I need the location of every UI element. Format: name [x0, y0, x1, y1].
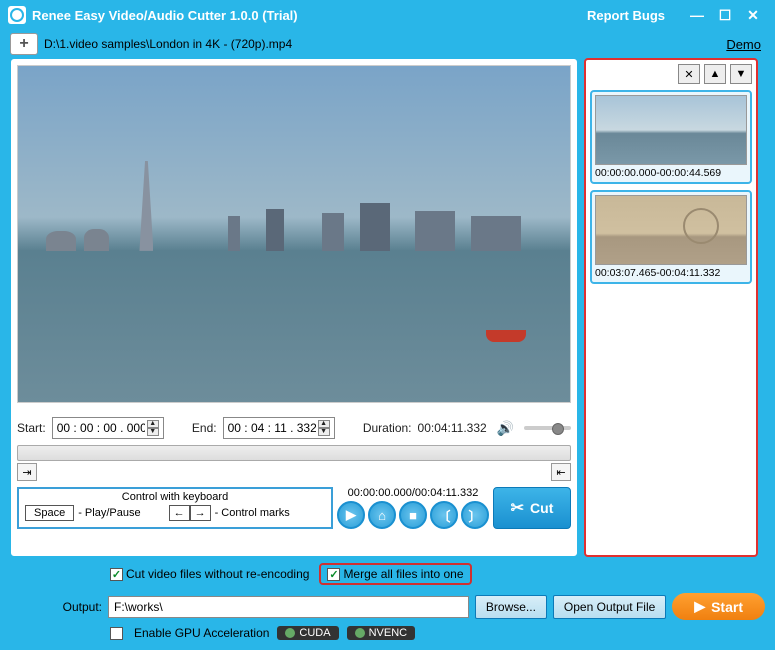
scissors-icon: ✂ [511, 498, 524, 518]
end-up[interactable]: ▲ [318, 420, 330, 428]
timeline-track[interactable] [17, 445, 571, 461]
report-bugs-link[interactable]: Report Bugs [587, 8, 665, 23]
clip-thumbnail [595, 195, 747, 265]
add-file-button[interactable]: + [10, 33, 38, 55]
duration-value: 00:04:11.332 [418, 421, 487, 435]
browse-button[interactable]: Browse... [475, 595, 547, 619]
app-icon [8, 6, 26, 24]
play-button[interactable]: ▶ [337, 501, 365, 529]
output-path-input[interactable] [108, 596, 469, 618]
clip-timerange: 00:03:07.465-00:04:11.332 [595, 267, 747, 279]
move-up-button[interactable]: ▲ [704, 64, 726, 84]
merge-checkbox[interactable] [327, 568, 340, 581]
gpu-checkbox[interactable] [110, 627, 123, 640]
open-output-button[interactable]: Open Output File [553, 595, 666, 619]
keyboard-help: Control with keyboard Space - Play/Pause… [17, 487, 333, 529]
move-down-button[interactable]: ▼ [730, 64, 752, 84]
start-marker[interactable]: ⇥ [17, 463, 37, 481]
minimize-button[interactable]: — [683, 4, 711, 26]
duration-label: Duration: [363, 421, 412, 435]
demo-link[interactable]: Demo [726, 37, 765, 52]
speaker-icon[interactable]: 🔊 [497, 420, 514, 437]
nvenc-badge: NVENC [347, 626, 416, 640]
maximize-button[interactable]: ☐ [711, 4, 739, 26]
clip-list-panel: ✕ ▲ ▼ 00:00:00.000-00:00:44.569 00:03:07… [584, 58, 758, 557]
right-key: → [190, 505, 211, 521]
end-down[interactable]: ▼ [318, 428, 330, 436]
app-window: Renee Easy Video/Audio Cutter 1.0.0 (Tri… [0, 0, 775, 650]
cuda-badge: CUDA [277, 626, 338, 640]
gpu-label: Enable GPU Acceleration [134, 626, 269, 640]
bottom-panel: Cut video files without re-encoding Merg… [0, 557, 775, 650]
titlebar: Renee Easy Video/Audio Cutter 1.0.0 (Tri… [0, 0, 775, 30]
mark-in-button[interactable]: 〔 [430, 501, 458, 529]
no-reencode-checkbox[interactable] [110, 568, 123, 581]
video-preview[interactable] [17, 65, 571, 403]
start-down[interactable]: ▼ [147, 428, 159, 436]
app-title: Renee Easy Video/Audio Cutter 1.0.0 (Tri… [32, 8, 298, 23]
end-time-input[interactable]: ▲▼ [223, 417, 335, 439]
delete-clip-button[interactable]: ✕ [678, 64, 700, 84]
end-label: End: [192, 421, 217, 435]
output-label: Output: [10, 600, 102, 614]
close-button[interactable]: ✕ [739, 4, 767, 26]
home-button[interactable]: ⌂ [368, 501, 396, 529]
space-key: Space [25, 505, 74, 521]
clip-thumbnail [595, 95, 747, 165]
clip-timerange: 00:00:00.000-00:00:44.569 [595, 167, 747, 179]
pathbar: + D:\1.video samples\London in 4K - (720… [0, 30, 775, 58]
no-reencode-label: Cut video files without re-encoding [126, 567, 309, 581]
editor-panel: Start: ▲▼ End: ▲▼ Duration: 00:04:11.332… [10, 58, 578, 557]
end-marker[interactable]: ⇤ [551, 463, 571, 481]
start-time-input[interactable]: ▲▼ [52, 417, 164, 439]
start-label: Start: [17, 421, 46, 435]
volume-slider[interactable] [524, 426, 571, 430]
cut-button[interactable]: ✂ Cut [493, 487, 571, 529]
start-button[interactable]: ▶ Start [672, 593, 765, 620]
clip-item[interactable]: 00:03:07.465-00:04:11.332 [590, 190, 752, 284]
stop-button[interactable]: ■ [399, 501, 427, 529]
playback-range: 00:00:00.000/00:04:11.332 [348, 487, 479, 499]
left-key: ← [169, 505, 190, 521]
clip-item[interactable]: 00:00:00.000-00:00:44.569 [590, 90, 752, 184]
merge-label: Merge all files into one [343, 567, 463, 581]
start-icon: ▶ [694, 598, 705, 615]
file-path: D:\1.video samples\London in 4K - (720p)… [44, 37, 720, 51]
mark-out-button[interactable]: 〕 [461, 501, 489, 529]
start-up[interactable]: ▲ [147, 420, 159, 428]
